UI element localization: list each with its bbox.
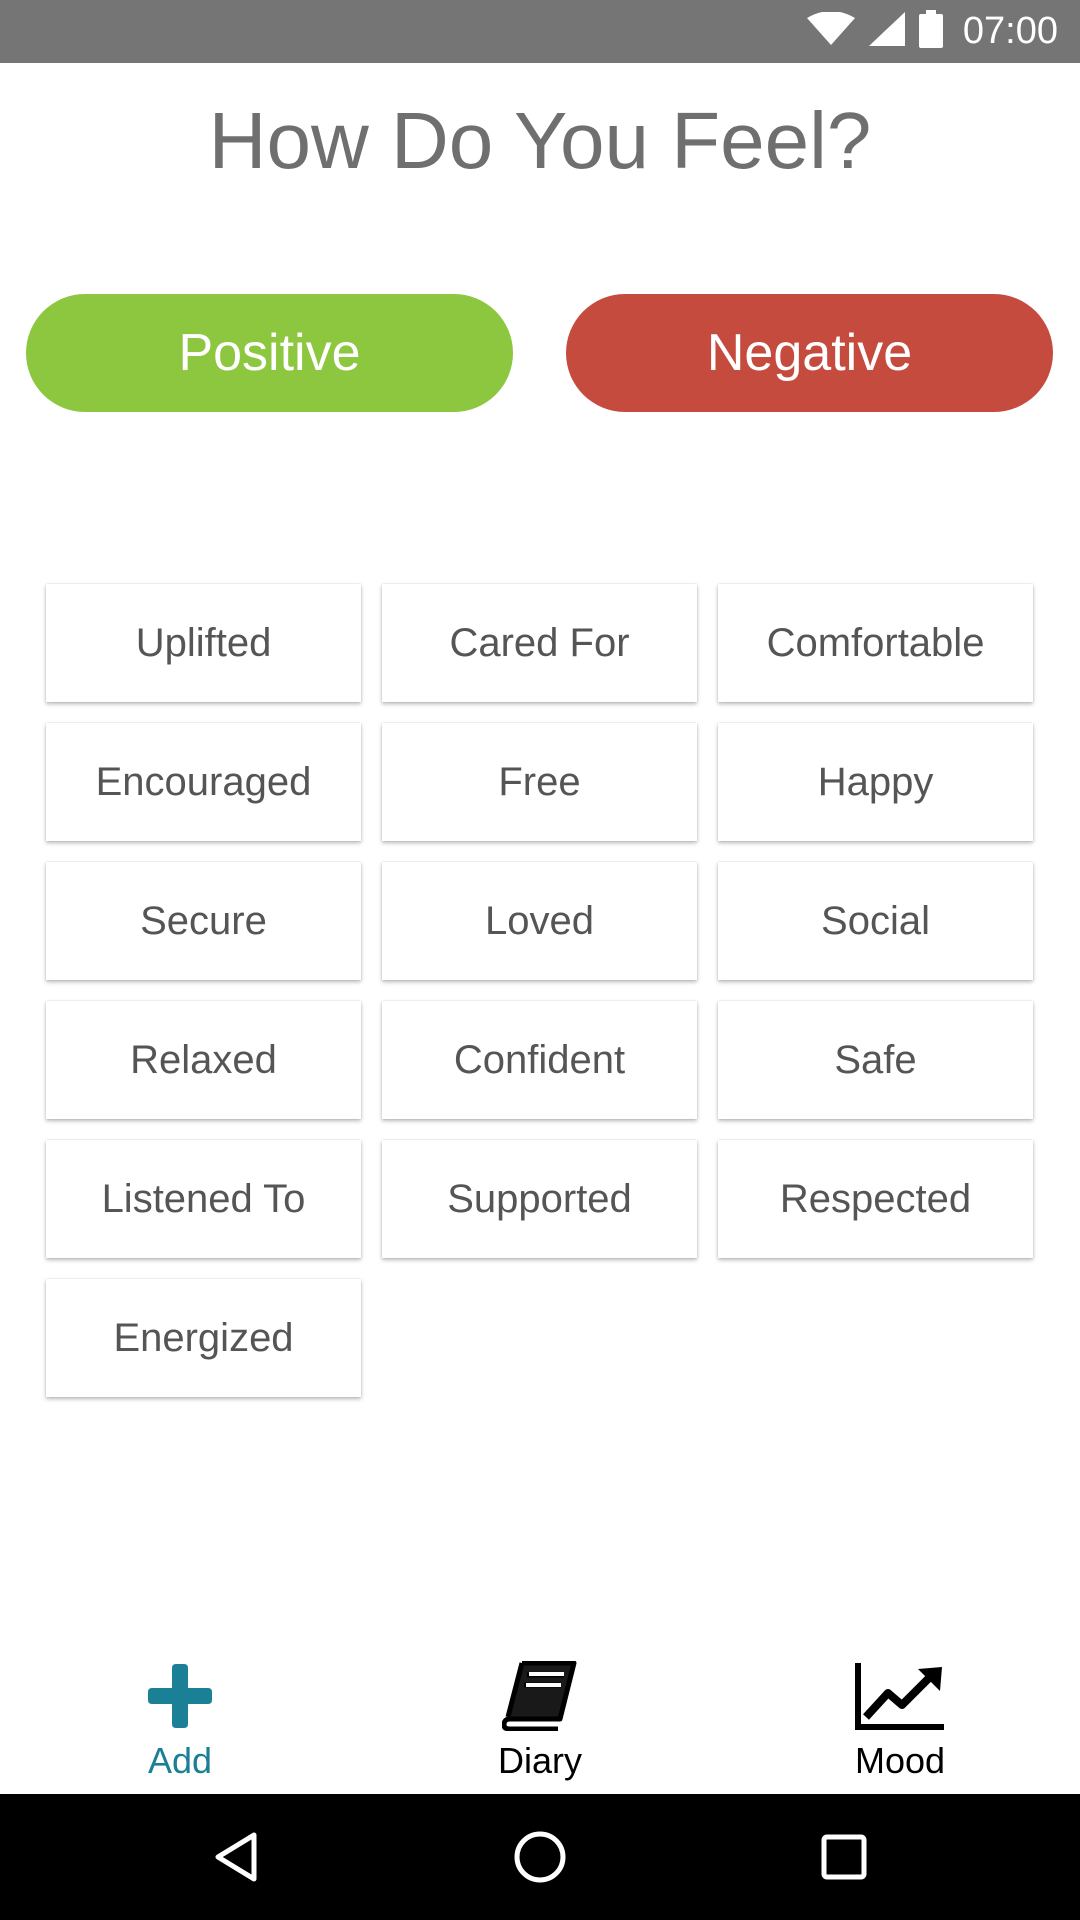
home-icon[interactable]: [510, 1827, 570, 1887]
cell-signal-icon: [868, 12, 905, 51]
nav-add[interactable]: Add: [0, 1640, 360, 1794]
feeling-chip[interactable]: Free: [382, 723, 697, 841]
feeling-chip[interactable]: Happy: [718, 723, 1033, 841]
battery-icon: [918, 10, 943, 53]
negative-button[interactable]: Negative: [566, 294, 1053, 412]
status-bar: 07:00: [0, 0, 1080, 63]
book-icon: [502, 1656, 578, 1736]
feeling-chip[interactable]: Secure: [46, 862, 361, 980]
feeling-chip[interactable]: Social: [718, 862, 1033, 980]
status-time: 07:00: [962, 10, 1058, 52]
feeling-chip[interactable]: Listened To: [46, 1140, 361, 1258]
positive-button[interactable]: Positive: [26, 294, 513, 412]
feeling-chip[interactable]: Energized: [46, 1279, 361, 1397]
feeling-chip[interactable]: Supported: [382, 1140, 697, 1258]
nav-diary[interactable]: Diary: [360, 1640, 720, 1794]
system-nav-bar: [0, 1794, 1080, 1920]
nav-diary-label: Diary: [497, 1740, 582, 1781]
feeling-chip[interactable]: Relaxed: [46, 1001, 361, 1119]
feeling-chip[interactable]: Loved: [382, 862, 697, 980]
feeling-chip[interactable]: Encouraged: [46, 723, 361, 841]
feeling-chip[interactable]: Cared For: [382, 584, 697, 702]
nav-mood[interactable]: Mood: [720, 1640, 1080, 1794]
feeling-chip[interactable]: Confident: [382, 1001, 697, 1119]
chart-line-icon: [854, 1656, 946, 1736]
wifi-icon: [806, 11, 855, 51]
page-title: How Do You Feel?: [208, 96, 872, 185]
feeling-chip[interactable]: Safe: [718, 1001, 1033, 1119]
nav-add-label: Add: [147, 1740, 213, 1781]
bottom-nav: Add Diary Mood: [0, 1640, 1080, 1794]
feeling-chip[interactable]: Comfortable: [718, 584, 1033, 702]
feeling-chip[interactable]: Respected: [718, 1140, 1033, 1258]
feelings-grid: Uplifted Cared For Comfortable Encourage…: [46, 584, 1035, 1397]
feeling-chip[interactable]: Uplifted: [46, 584, 361, 702]
recents-icon[interactable]: [814, 1827, 874, 1887]
plus-icon: [148, 1656, 212, 1736]
back-icon[interactable]: [206, 1827, 266, 1887]
nav-mood-label: Mood: [854, 1740, 946, 1781]
